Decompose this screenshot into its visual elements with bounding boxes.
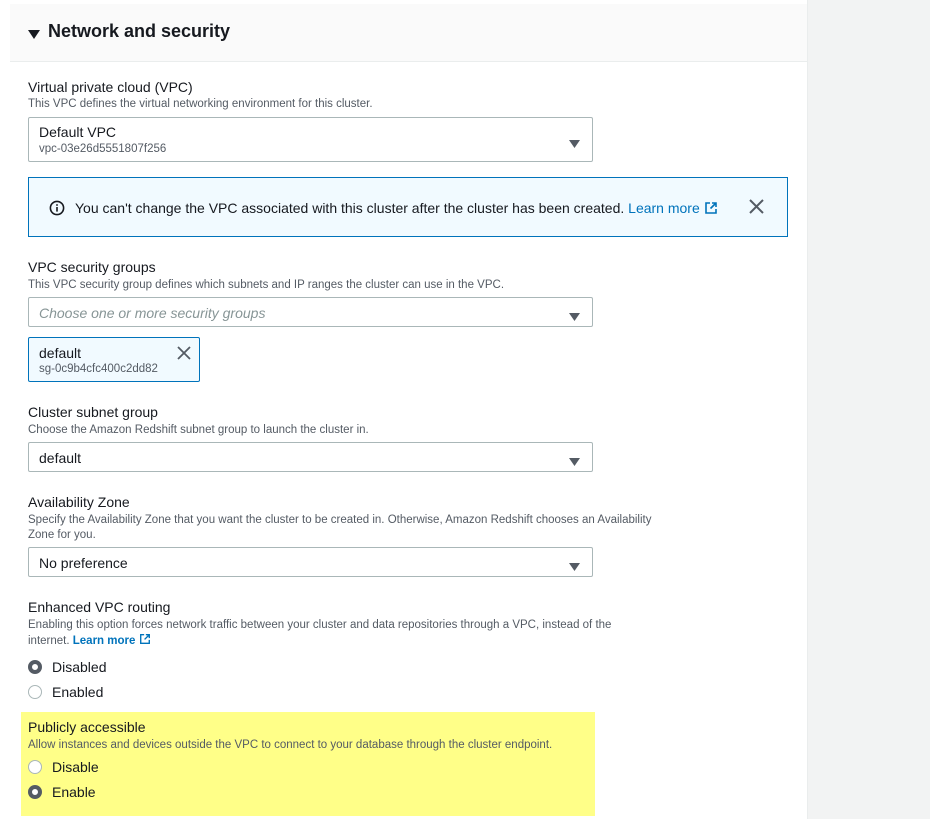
alert-close-icon[interactable] [749,199,764,219]
enhanced-routing-description-2: internet. Learn more [28,633,151,649]
enhanced-routing-description-1: Enabling this option forces network traf… [28,619,612,631]
routing-enabled-label: Enabled [52,684,104,700]
radio-selected-icon[interactable] [28,785,42,799]
radio-selected-icon[interactable] [28,660,42,674]
security-groups-placeholder: Choose one or more security groups [39,305,266,321]
availability-zone-select[interactable]: No preference [28,547,593,577]
alert-message: You can't change the VPC associated with… [75,200,625,216]
vpc-description: This VPC defines the virtual networking … [28,98,373,110]
security-group-token: default sg-0c9b4cfc400c2dd82 [28,337,200,382]
subnet-group-select[interactable]: default [28,442,593,472]
dropdown-arrow-icon [569,135,580,153]
token-id: sg-0c9b4cfc400c2dd82 [39,363,158,375]
public-access-description: Allow instances and devices outside the … [28,739,553,751]
availability-zone-value: No preference [39,555,128,571]
dropdown-arrow-icon [569,308,580,326]
radio-unselected-icon[interactable] [28,685,42,699]
enhanced-routing-learn-more-link[interactable]: Learn more [73,634,151,647]
security-groups-label: VPC security groups [28,259,156,275]
vpc-select[interactable]: Default VPC vpc-03e26d5551807f256 [28,117,593,162]
vpc-select-id: vpc-03e26d5551807f256 [39,143,167,155]
remove-token-icon[interactable] [177,346,191,365]
token-name: default [39,345,82,361]
network-security-panel: Network and security Virtual private clo… [0,0,808,819]
public-access-label: Publicly accessible [28,719,146,735]
info-alert: You can't change the VPC associated with… [28,177,788,237]
subnet-group-value: default [39,450,82,466]
public-access-disable-label: Disable [52,759,99,775]
dropdown-arrow-icon [569,558,580,576]
section-title: Network and security [48,21,231,41]
caret-down-icon[interactable] [28,27,40,45]
security-groups-select[interactable]: Choose one or more security groups [28,297,593,327]
subnet-group-description: Choose the Amazon Redshift subnet group … [28,424,369,436]
info-icon [49,200,65,221]
security-groups-description: This VPC security group defines which su… [28,279,505,291]
vpc-label: Virtual private cloud (VPC) [28,79,193,95]
routing-disabled-label: Disabled [52,659,107,675]
availability-zone-description-1: Specify the Availability Zone that you w… [28,514,652,526]
radio-unselected-icon[interactable] [28,760,42,774]
vpc-select-value: Default VPC [39,124,117,140]
alert-learn-more-link[interactable]: Learn more [628,200,717,216]
enhanced-routing-label: Enhanced VPC routing [28,599,171,615]
dropdown-arrow-icon [569,453,580,471]
subnet-group-label: Cluster subnet group [28,404,158,420]
availability-zone-label: Availability Zone [28,494,130,510]
availability-zone-description-2: Zone for you. [28,529,96,541]
external-link-icon [139,634,150,644]
public-access-enable-label: Enable [52,784,96,800]
external-link-icon [704,202,717,214]
